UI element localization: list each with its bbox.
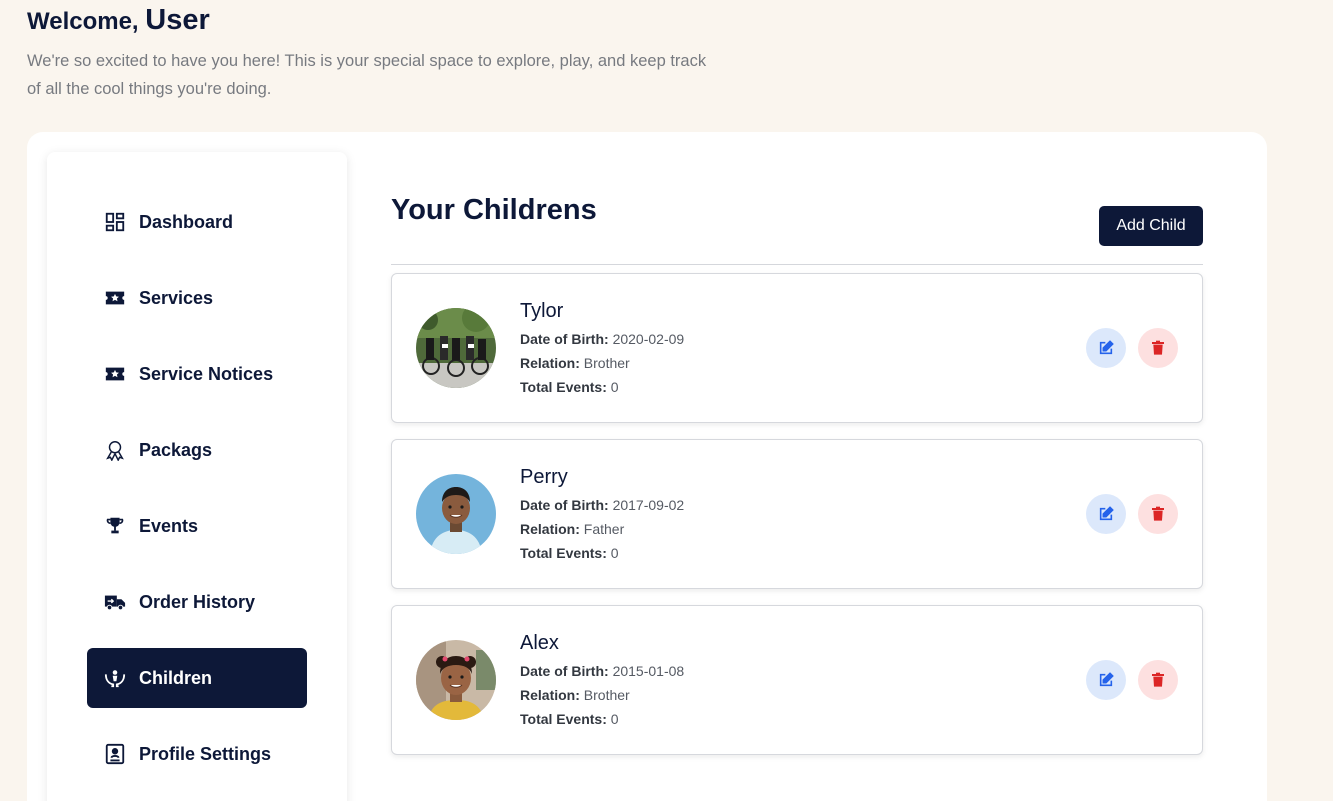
trash-icon xyxy=(1152,672,1164,687)
avatar xyxy=(416,474,496,554)
child-dob: Date of Birth: 2020-02-09 xyxy=(520,331,684,347)
relation-value: Father xyxy=(583,521,625,537)
child-dob: Date of Birth: 2017-09-02 xyxy=(520,497,684,513)
dob-value: 2020-02-09 xyxy=(612,331,685,347)
welcome-heading: Welcome, User xyxy=(27,4,210,37)
dob-label: Date of Birth: xyxy=(520,331,609,347)
edit-child-button[interactable] xyxy=(1086,494,1126,534)
dob-label: Date of Birth: xyxy=(520,497,609,513)
user-name: User xyxy=(145,4,210,36)
intro-text: We're so excited to have you here! This … xyxy=(27,52,707,98)
sidebar-item-label: Order History xyxy=(139,591,256,612)
child-events: Total Events: 0 xyxy=(520,711,619,727)
sidebar-item-label: Events xyxy=(139,515,199,536)
relation-value: Brother xyxy=(583,687,630,703)
avatar xyxy=(416,640,496,720)
sidebar-item-label: Dashboard xyxy=(139,211,234,232)
trash-icon xyxy=(1152,340,1164,355)
sidebar-item-label: Service Notices xyxy=(139,363,274,384)
child-relation: Relation: Brother xyxy=(520,687,630,703)
events-value: 0 xyxy=(610,379,619,395)
relation-label: Relation: xyxy=(520,521,580,537)
sidebar-item-events[interactable]: Events xyxy=(87,496,307,556)
edit-icon xyxy=(1099,506,1114,521)
events-label: Total Events: xyxy=(520,711,607,727)
dob-label: Date of Birth: xyxy=(520,663,609,679)
sidebar-item-label: Services xyxy=(139,287,214,308)
child-name: Tylor xyxy=(520,300,564,322)
child-card: Alex Date of Birth: 2015-01-08 Relation:… xyxy=(391,605,1203,755)
child-relation: Relation: Father xyxy=(520,521,624,537)
sidebar-item-packags[interactable]: Packags xyxy=(87,420,307,480)
sidebar-item-services[interactable]: Services xyxy=(87,268,307,328)
child-events: Total Events: 0 xyxy=(520,545,619,561)
sidebar-item-label: Children xyxy=(139,667,213,688)
child-dob: Date of Birth: 2015-01-08 xyxy=(520,663,684,679)
ticket-star-icon xyxy=(103,362,127,386)
divider xyxy=(391,264,1203,265)
profile-card-icon xyxy=(103,742,127,766)
relation-label: Relation: xyxy=(520,687,580,703)
edit-icon xyxy=(1099,340,1114,355)
relation-value: Brother xyxy=(583,355,630,371)
page-title: Your Childrens xyxy=(391,194,597,226)
sidebar-item-profile-settings[interactable]: Profile Settings xyxy=(87,724,307,784)
sidebar-item-label: Packags xyxy=(139,439,213,460)
sidebar-item-children[interactable]: Children xyxy=(87,648,307,708)
events-value: 0 xyxy=(610,545,619,561)
welcome-prefix: Welcome, xyxy=(27,8,139,35)
edit-icon xyxy=(1099,672,1114,687)
sidebar: Dashboard Services Service Notices Packa… xyxy=(47,152,347,801)
events-value: 0 xyxy=(610,711,619,727)
sidebar-item-dashboard[interactable]: Dashboard xyxy=(87,192,307,252)
child-name: Perry xyxy=(520,466,568,488)
delete-child-button[interactable] xyxy=(1138,660,1178,700)
trophy-icon xyxy=(103,514,127,538)
delivery-truck-icon xyxy=(103,590,127,614)
sidebar-item-service-notices[interactable]: Service Notices xyxy=(87,344,307,404)
edit-child-button[interactable] xyxy=(1086,660,1126,700)
add-child-button[interactable]: Add Child xyxy=(1099,206,1203,246)
dashboard-icon xyxy=(103,210,127,234)
hands-child-icon xyxy=(103,666,127,690)
award-ribbon-icon xyxy=(103,438,127,462)
sidebar-item-order-history[interactable]: Order History xyxy=(87,572,307,632)
events-label: Total Events: xyxy=(520,545,607,561)
child-relation: Relation: Brother xyxy=(520,355,630,371)
child-events: Total Events: 0 xyxy=(520,379,619,395)
sidebar-item-label: Profile Settings xyxy=(139,743,272,764)
relation-label: Relation: xyxy=(520,355,580,371)
child-card: Perry Date of Birth: 2017-09-02 Relation… xyxy=(391,439,1203,589)
events-label: Total Events: xyxy=(520,379,607,395)
child-card: Tylor Date of Birth: 2020-02-09 Relation… xyxy=(391,273,1203,423)
delete-child-button[interactable] xyxy=(1138,328,1178,368)
edit-child-button[interactable] xyxy=(1086,328,1126,368)
dob-value: 2017-09-02 xyxy=(612,497,685,513)
trash-icon xyxy=(1152,506,1164,521)
avatar xyxy=(416,308,496,388)
dob-value: 2015-01-08 xyxy=(612,663,685,679)
child-name: Alex xyxy=(520,632,559,654)
ticket-star-icon xyxy=(103,286,127,310)
delete-child-button[interactable] xyxy=(1138,494,1178,534)
